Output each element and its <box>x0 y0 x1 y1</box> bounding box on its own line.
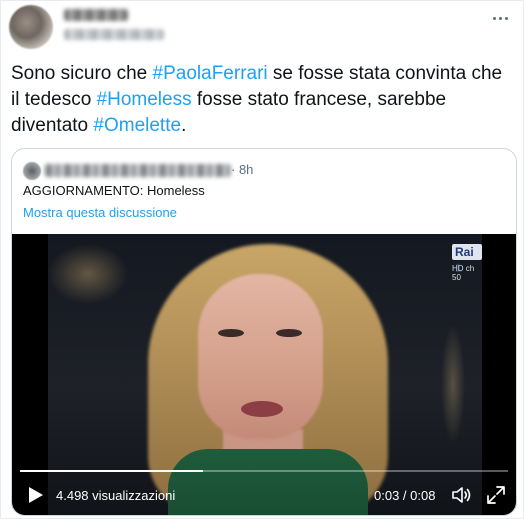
fullscreen-icon[interactable] <box>486 485 506 505</box>
video-subject-mouth <box>241 401 283 417</box>
video-controls: 4.498 visualizzazioni 0:03 / 0:08 <box>12 482 516 515</box>
avatar[interactable] <box>9 5 53 49</box>
tweet-text-part: Sono sicuro che <box>11 63 153 84</box>
play-icon[interactable] <box>28 486 44 504</box>
quoted-avatar <box>23 162 41 180</box>
author-handle-redacted <box>64 29 164 40</box>
hd-badge: HD ch 50 <box>452 264 475 282</box>
quoted-timestamp[interactable]: · 8h <box>231 162 253 177</box>
tweet-card: Sono sicuro che #PaolaFerrari se fosse s… <box>0 0 524 519</box>
quoted-tweet[interactable]: · 8h AGGIORNAMENTO: Homeless Mostra ques… <box>11 148 517 516</box>
hashtag-homeless[interactable]: #Homeless <box>97 89 192 110</box>
quoted-text: AGGIORNAMENTO: Homeless <box>23 183 205 198</box>
hashtag-paolaferrari[interactable]: #PaolaFerrari <box>153 63 268 84</box>
video-subject-eye <box>218 329 244 337</box>
tweet-header <box>9 5 515 49</box>
video-subject-eye <box>276 329 302 337</box>
playback-time: 0:03 / 0:08 <box>374 488 436 503</box>
tweet-text: Sono sicuro che #PaolaFerrari se fosse s… <box>11 61 511 139</box>
tweet-text-part: . <box>181 115 187 136</box>
video-frame[interactable]: Rai 1 HD ch 50 <box>48 234 482 515</box>
quoted-author-redacted <box>45 164 231 177</box>
hashtag-omelette[interactable]: #Omelette <box>93 115 181 136</box>
author-name-redacted[interactable] <box>64 9 128 21</box>
show-thread-link[interactable]: Mostra questa discussione <box>23 205 177 220</box>
channel-logo: Rai 1 <box>452 244 482 275</box>
progress-fill <box>20 470 203 472</box>
progress-bar[interactable] <box>20 470 508 472</box>
video-player[interactable]: Rai 1 HD ch 50 4.498 visualizzazioni 0:0… <box>12 234 516 515</box>
view-count: 4.498 visualizzazioni <box>56 488 176 503</box>
volume-icon[interactable] <box>450 484 472 506</box>
more-icon[interactable] <box>491 13 511 25</box>
